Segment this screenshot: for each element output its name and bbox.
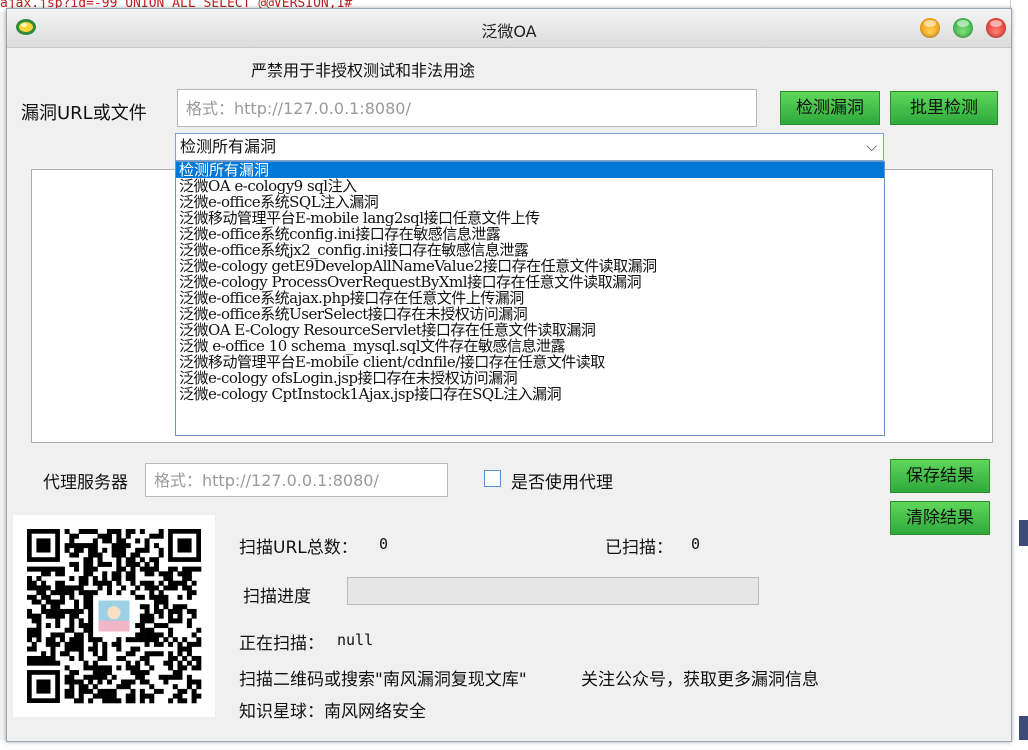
background-strip — [1019, 520, 1028, 546]
use-proxy-checkbox[interactable] — [484, 470, 501, 487]
planet-text: 知识星球：南风网络安全 — [239, 702, 426, 722]
close-button[interactable] — [986, 18, 1006, 38]
vuln-option[interactable]: 检测所有漏洞 — [176, 162, 884, 178]
vuln-option[interactable]: 泛微e-office系统config.ini接口存在敏感信息泄露 — [176, 226, 884, 242]
qr-hint-text: 扫描二维码或搜索"南风漏洞复现文库" — [239, 670, 527, 690]
clear-results-button[interactable]: 清除结果 — [890, 501, 990, 535]
qr-code-image — [13, 515, 215, 717]
vuln-option[interactable]: 泛微e-cology CptInstock1Ajax.jsp接口存在SQL注入漏… — [176, 386, 884, 402]
follow-hint-text: 关注公众号，获取更多漏洞信息 — [581, 670, 819, 690]
progress-label: 扫描进度 — [243, 587, 311, 607]
vuln-option[interactable]: 泛微e-office系统UserSelect接口存在未授权访问漏洞 — [176, 306, 884, 322]
url-input[interactable] — [177, 89, 757, 127]
window-title: 泛微OA — [481, 22, 537, 41]
vuln-option[interactable]: 泛微移动管理平台E-mobile client/cdnfile/接口存在任意文件… — [176, 354, 884, 370]
main-window: 泛微OA 严禁用于非授权测试和非法用途 漏洞URL或文件 检测漏洞 批里检测 检… — [6, 8, 1012, 742]
scanned-label: 已扫描： — [605, 538, 673, 558]
background-window-edge — [1010, 0, 1028, 750]
vuln-select-value: 检测所有漏洞 — [180, 137, 277, 156]
proxy-label: 代理服务器 — [43, 473, 128, 493]
vuln-option[interactable]: 泛微e-office系统ajax.php接口存在任意文件上传漏洞 — [176, 290, 884, 306]
url-label: 漏洞URL或文件 — [21, 103, 147, 124]
vuln-option[interactable]: 泛微e-office系统SQL注入漏洞 — [176, 194, 884, 210]
vuln-option[interactable]: 泛微OA e-cology9 sql注入 — [176, 178, 884, 194]
proxy-input[interactable] — [145, 463, 448, 497]
check-vuln-button[interactable]: 检测漏洞 — [780, 91, 880, 125]
scan-progress-bar — [347, 577, 759, 605]
vuln-option[interactable]: 泛微e-cology ofsLogin.jsp接口存在未授权访问漏洞 — [176, 370, 884, 386]
total-label: 扫描URL总数： — [239, 538, 358, 558]
vuln-option[interactable]: 泛微e-office系统jx2_config.ini接口存在敏感信息泄露 — [176, 242, 884, 258]
batch-check-button[interactable]: 批里检测 — [890, 91, 998, 125]
vuln-select[interactable]: 检测所有漏洞 ⌵ — [175, 133, 884, 161]
use-proxy-label: 是否使用代理 — [511, 473, 613, 493]
vuln-option[interactable]: 泛微 e-office 10 schema_mysql.sql文件存在敏感信息泄… — [176, 338, 884, 354]
save-results-button[interactable]: 保存结果 — [890, 459, 990, 493]
minimize-button[interactable] — [920, 18, 940, 38]
background-strip — [1019, 716, 1028, 742]
scanned-value: 0 — [691, 535, 701, 553]
vuln-option[interactable]: 泛微OA E-Cology ResourceServlet接口存在任意文件读取漏… — [176, 322, 884, 338]
chevron-down-icon: ⌵ — [866, 139, 877, 155]
vuln-dropdown-list[interactable]: 检测所有漏洞 泛微OA e-cology9 sql注入 泛微e-office系统SQ… — [175, 161, 885, 436]
vuln-option[interactable]: 泛微移动管理平台E-mobile lang2sql接口任意文件上传 — [176, 210, 884, 226]
title-bar[interactable]: 泛微OA — [7, 9, 1011, 48]
maximize-button[interactable] — [953, 18, 973, 38]
total-value: 0 — [379, 535, 389, 553]
vuln-option[interactable]: 泛微e-cology getE9DevelopAllNameValue2接口存在… — [176, 258, 884, 274]
current-scan-label: 正在扫描： — [239, 634, 324, 654]
warning-text: 严禁用于非授权测试和非法用途 — [251, 61, 476, 80]
current-scan-value: null — [337, 631, 374, 649]
vuln-option[interactable]: 泛微e-cology ProcessOverRequestByXml接口存在任意… — [176, 274, 884, 290]
